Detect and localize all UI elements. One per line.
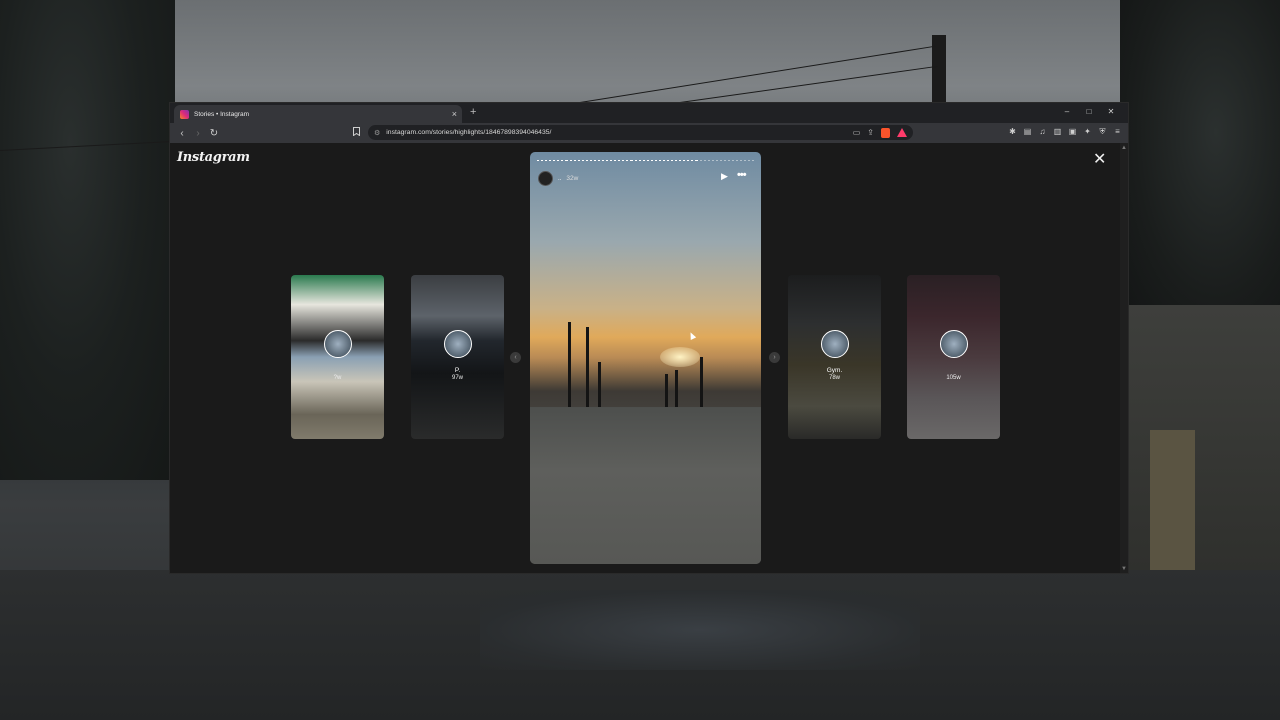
brave-shields-icon[interactable] <box>881 127 890 138</box>
extensions-icon[interactable]: ✱ <box>1008 127 1017 137</box>
tab-bar: Stories • Instagram × + – □ ✕ <box>170 103 1128 123</box>
address-bar[interactable]: ⚙ instagram.com/stories/highlights/18467… <box>368 125 913 140</box>
wallpaper-trees-left <box>0 0 175 480</box>
story-username[interactable]: .. <box>558 176 561 182</box>
avatar[interactable] <box>538 171 553 186</box>
avatar <box>821 330 849 358</box>
forward-icon[interactable]: › <box>193 128 203 139</box>
page-viewport: Instagram ✕ ?w P. 97w ‹ .. 32w ▶ ••• › G… <box>170 143 1120 573</box>
site-settings-icon[interactable]: ⚙ <box>374 129 380 137</box>
story-thumbnail-3[interactable]: Gym. 78w <box>788 275 881 439</box>
thumbnail-time: 97w <box>451 375 463 381</box>
story-progress-bar <box>537 160 755 162</box>
tab-close-icon[interactable]: × <box>452 109 457 119</box>
share-icon[interactable]: ⇪ <box>867 128 874 138</box>
thumbnail-time: 78w <box>828 375 840 381</box>
previous-story-button[interactable]: ‹ <box>510 352 521 363</box>
story-image-palm <box>586 327 589 417</box>
wallpaper-trees-right <box>1120 0 1280 330</box>
new-tab-button[interactable]: + <box>470 106 476 118</box>
leo-ai-icon[interactable]: ✦ <box>1083 127 1092 137</box>
menu-icon[interactable]: ≡ <box>1113 127 1122 137</box>
story-image-sun <box>660 347 700 367</box>
play-icon[interactable]: ▶ <box>721 171 728 182</box>
maximize-button[interactable]: □ <box>1078 107 1100 116</box>
wallpaper-door <box>1150 430 1195 570</box>
browser-window: Stories • Instagram × + – □ ✕ ‹ › ↻ ⚙ in… <box>170 103 1128 573</box>
thumbnail-time: 105w <box>946 375 961 381</box>
bookmark-icon[interactable] <box>353 127 360 138</box>
vpn-icon[interactable]: ⛨ <box>1098 127 1107 137</box>
story-thumbnail-1[interactable]: ?w <box>291 275 384 439</box>
wallet-icon[interactable]: ▣ <box>1068 127 1077 137</box>
reload-icon[interactable]: ↻ <box>209 128 219 139</box>
sidebar-icon[interactable]: ▤ <box>1023 127 1032 137</box>
instagram-favicon-icon <box>180 109 189 119</box>
story-image-ground <box>530 407 761 564</box>
wallpaper-building <box>1125 305 1280 605</box>
story-time: 32w <box>566 175 579 182</box>
story-thumbnail-4[interactable]: 105w <box>907 275 1000 439</box>
tab-title: Stories • Instagram <box>194 110 250 118</box>
reader-icon[interactable]: ▥ <box>1053 127 1062 137</box>
url-text[interactable]: instagram.com/stories/highlights/1846789… <box>386 129 852 136</box>
avatar <box>324 330 352 358</box>
avatar <box>444 330 472 358</box>
thumbnail-name: Gym. <box>826 367 843 374</box>
more-options-icon[interactable]: ••• <box>737 169 747 181</box>
story-thumbnail-2[interactable]: P. 97w <box>411 275 504 439</box>
scroll-up-icon[interactable]: ▲ <box>1121 145 1127 151</box>
scrollbar[interactable] <box>1120 143 1128 573</box>
minimize-button[interactable]: – <box>1056 107 1078 116</box>
story-header: .. 32w <box>538 171 578 186</box>
mouse-cursor <box>687 331 697 340</box>
avatar <box>940 330 968 358</box>
active-story[interactable]: .. 32w ▶ ••• <box>530 152 761 564</box>
extensions-area: ✱ ▤ ♫ ▥ ▣ ✦ ⛨ ≡ <box>1008 127 1122 137</box>
next-story-button[interactable]: › <box>769 352 780 363</box>
window-controls: – □ ✕ <box>1056 107 1122 116</box>
nav-buttons: ‹ › ↻ <box>177 128 219 139</box>
browser-toolbar: ‹ › ↻ ⚙ instagram.com/stories/highlights… <box>170 123 1128 143</box>
thumbnail-name: P. <box>454 367 461 374</box>
scroll-down-icon[interactable]: ▼ <box>1121 566 1127 572</box>
tab-instagram-stories[interactable]: Stories • Instagram × <box>174 105 462 123</box>
wallpaper-puddle <box>480 590 920 670</box>
thumbnail-time: ?w <box>333 375 342 381</box>
wallpaper-wire <box>679 65 938 103</box>
close-stories-button[interactable]: ✕ <box>1093 152 1106 168</box>
story-image-palm <box>568 322 571 417</box>
instagram-logo[interactable]: Instagram <box>177 150 250 165</box>
brave-rewards-icon[interactable] <box>897 127 907 137</box>
back-icon[interactable]: ‹ <box>177 128 187 139</box>
close-window-button[interactable]: ✕ <box>1100 107 1122 116</box>
media-icon[interactable]: ♫ <box>1038 127 1047 137</box>
cast-icon[interactable]: ▭ <box>853 128 861 138</box>
address-bar-actions: ▭ ⇪ <box>853 127 907 138</box>
